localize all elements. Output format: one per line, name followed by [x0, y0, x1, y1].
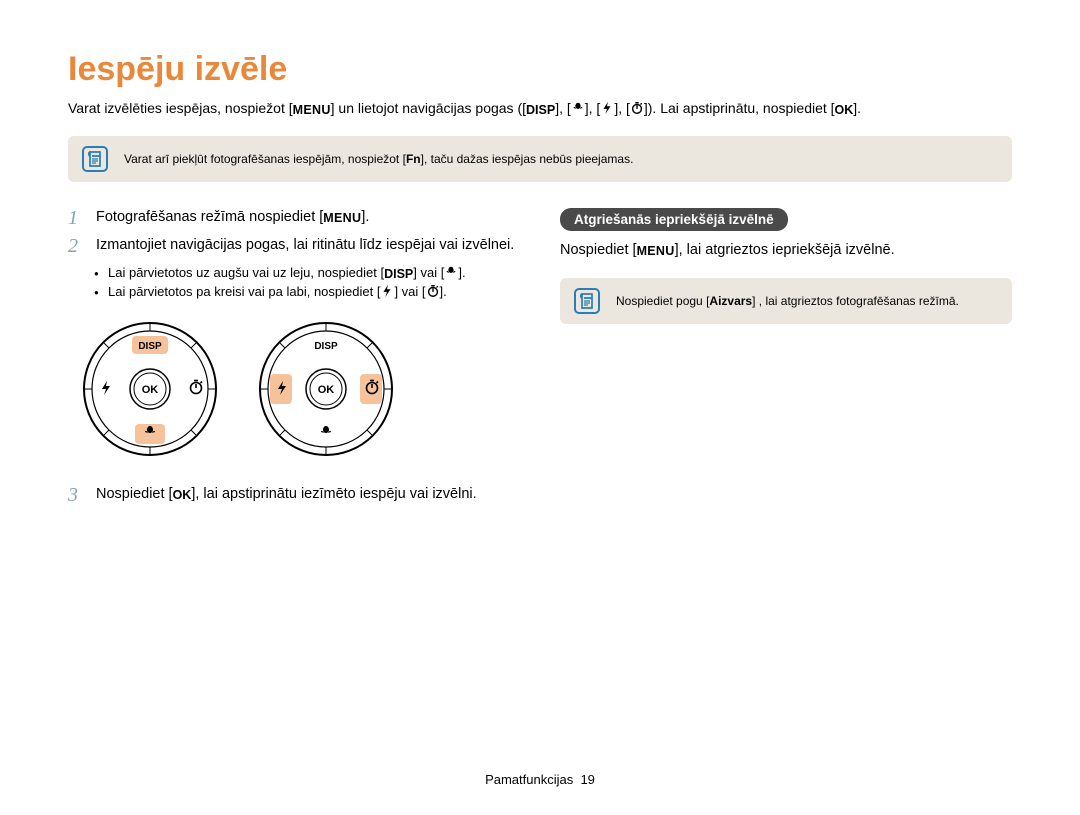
dial-disp-label: DISP	[314, 341, 338, 352]
note-box-right: Nospiediet pogu [Aizvars] , lai atgriezt…	[560, 278, 1012, 324]
intro-part7: ].	[853, 100, 861, 116]
note-right-pre: Nospiediet pogu [	[616, 294, 709, 308]
b2-mid: ] vai [	[394, 284, 425, 299]
step-3: 3 Nospiediet [OK], lai apstiprinātu iezī…	[68, 485, 520, 505]
note-right-text: Nospiediet pogu [Aizvars] , lai atgriezt…	[616, 294, 959, 308]
step-3-num: 3	[68, 485, 86, 505]
step-1-post: ].	[361, 209, 369, 225]
macro-icon	[444, 265, 458, 279]
page-title: Iespēju izvēle	[68, 50, 1012, 89]
b1-post: ].	[458, 265, 465, 280]
flash-icon	[600, 101, 614, 115]
bullet-2: Lai pārvietotos pa kreisi vai pa labi, n…	[94, 283, 520, 302]
intro-part2: ] un lietojot navigācijas pogas ([	[331, 100, 526, 116]
disp-button-label: DISP	[526, 102, 555, 120]
menu-button-label: MENU	[323, 210, 361, 227]
step-2: 2 Izmantojiet navigācijas pogas, lai rit…	[68, 236, 520, 256]
flash-icon	[380, 284, 394, 298]
ok-button-label: OK	[173, 487, 192, 504]
content-columns: 1 Fotografēšanas režīmā nospiediet [MENU…	[68, 208, 1012, 514]
note-top-post: ], taču dažas iespējas nebūs pieejamas.	[421, 152, 634, 166]
page-footer: Pamatfunkcijas 19	[0, 772, 1080, 787]
shutter-label: Aizvars	[709, 294, 752, 308]
step-1-pre: Fotografēšanas režīmā nospiediet [	[96, 209, 323, 225]
step-2-bullets: Lai pārvietotos uz augšu vai uz leju, no…	[94, 264, 520, 302]
disp-button-label: DISP	[384, 265, 413, 283]
step-2-num: 2	[68, 236, 86, 256]
dial-ok-label: OK	[318, 384, 335, 396]
ok-button-label: OK	[835, 102, 854, 120]
step-3-body: Nospiediet [OK], lai apstiprinātu iezīmē…	[96, 485, 520, 505]
note-right-post: ] , lai atgrieztos fotografēšanas režīmā…	[752, 294, 959, 308]
menu-button-label: MENU	[293, 102, 331, 120]
note-top-text: Varat arī piekļūt fotografēšanas iespējā…	[124, 152, 633, 166]
intro-text: Varat izvēlēties iespējas, nospiežot [ME…	[68, 99, 1012, 120]
note-top-pre: Varat arī piekļūt fotografēšanas iespējā…	[124, 152, 406, 166]
b2-post: ].	[440, 284, 447, 299]
intro-part4: ], [	[585, 100, 601, 116]
right-body-text: Nospiediet [MENU], lai atgrieztos ieprie…	[560, 241, 1012, 261]
intro-part5: ], [	[614, 100, 630, 116]
footer-page-number: 19	[580, 772, 594, 787]
intro-part1: Varat izvēlēties iespējas, nospiežot [	[68, 100, 293, 116]
step-3-pre: Nospiediet [	[96, 486, 173, 502]
left-column: 1 Fotografēšanas režīmā nospiediet [MENU…	[68, 208, 520, 514]
b1-pre: Lai pārvietotos uz augšu vai uz leju, no…	[108, 265, 384, 280]
right-column: Atgriešanās iepriekšējā izvēlnē Nospiedi…	[560, 208, 1012, 514]
dial-ok-label: OK	[142, 384, 159, 396]
note-icon	[82, 146, 108, 172]
dial-vertical: DISP OK	[80, 319, 220, 459]
timer-icon	[630, 101, 644, 115]
right-body-pre: Nospiediet [	[560, 242, 637, 258]
step-3-post: ], lai apstiprinātu iezīmēto iespēju vai…	[191, 486, 476, 502]
fn-label: Fn	[406, 152, 421, 166]
dial-illustrations: DISP OK	[80, 319, 520, 459]
subsection-heading: Atgriešanās iepriekšējā izvēlnē	[560, 208, 788, 231]
b2-pre: Lai pārvietotos pa kreisi vai pa labi, n…	[108, 284, 380, 299]
right-body-post: ], lai atgrieztos iepriekšējā izvēlnē.	[675, 242, 895, 258]
step-2-body: Izmantojiet navigācijas pogas, lai ritin…	[96, 236, 520, 256]
intro-part3: ], [	[555, 100, 571, 116]
bullet-1: Lai pārvietotos uz augšu vai uz leju, no…	[94, 264, 520, 283]
timer-icon	[426, 284, 440, 298]
step-1-num: 1	[68, 208, 86, 228]
note-box-top: Varat arī piekļūt fotografēšanas iespējā…	[68, 136, 1012, 182]
step-1-body: Fotografēšanas režīmā nospiediet [MENU].	[96, 208, 520, 228]
b1-mid: ] vai [	[413, 265, 444, 280]
footer-label: Pamatfunkcijas	[485, 772, 573, 787]
intro-part6: ]). Lai apstiprinātu, nospiediet [	[644, 100, 835, 116]
note-icon	[574, 288, 600, 314]
menu-button-label: MENU	[637, 243, 675, 260]
dial-horizontal: DISP OK	[256, 319, 396, 459]
dial-disp-label: DISP	[138, 341, 162, 352]
macro-icon	[571, 101, 585, 115]
step-1: 1 Fotografēšanas režīmā nospiediet [MENU…	[68, 208, 520, 228]
